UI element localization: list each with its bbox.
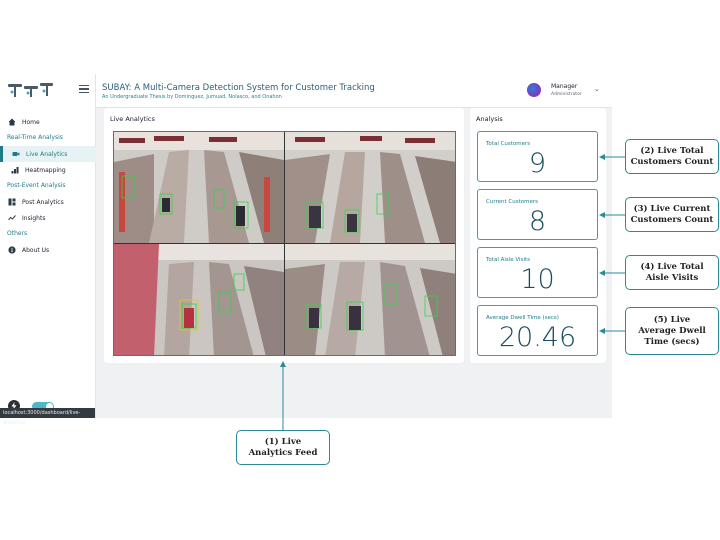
callout-total-customers: (2) Live Total Customers Count [625, 139, 719, 174]
callout-line: (5) Live [653, 314, 691, 325]
callout-line: Analytics Feed [248, 447, 318, 458]
sidebar-item-label: Home [22, 118, 40, 126]
user-role: Administrator [551, 92, 582, 97]
user-name[interactable]: Manager [551, 83, 577, 90]
stat-label: Total Aisle Visits [486, 257, 530, 263]
callout-line: Customers Count [630, 214, 714, 225]
callout-aisle-visits: (4) Live Total Aisle Visits [625, 255, 719, 290]
stat-value: 9 [528, 148, 547, 179]
camera-view-2 [285, 132, 455, 243]
stat-card-average-dwell-time: Average Dwell Time (secs) 20.46 [477, 305, 598, 356]
avatar[interactable] [527, 83, 541, 97]
sidebar-item-home[interactable]: Home [0, 114, 96, 130]
figure: Home Real-Time Analysis Live Analytics H… [0, 0, 720, 540]
callout-dwell-time: (5) Live Average Dwell Time (secs) [625, 307, 719, 355]
camera-icon [12, 150, 20, 158]
callout-line: (2) Live Total [640, 145, 704, 156]
stat-card-total-customers: Total Customers 9 [477, 131, 598, 182]
callout-line: (4) Live Total [640, 261, 704, 272]
live-feed[interactable] [113, 131, 456, 356]
sidebar-item-label: Insights [22, 214, 46, 222]
callout-line: (1) Live [264, 436, 302, 447]
callout-current-customers: (3) Live Current Customers Count [625, 197, 719, 232]
nav-section-heading: Others [7, 230, 28, 237]
camera-view-1 [114, 132, 284, 243]
dashboard-icon [8, 198, 16, 206]
analysis-panel: Analysis Total Customers 9 Current Custo… [470, 108, 606, 363]
callout-line: Average Dwell [638, 325, 706, 336]
sidebar-item-heatmapping[interactable]: Heatmapping [0, 162, 96, 178]
home-icon [8, 118, 16, 126]
panel-title: Analysis [476, 115, 503, 123]
status-url: localhost:3000/dashboard/live-analytics [0, 408, 95, 426]
camera-view-4 [285, 244, 455, 355]
stat-label: Total Customers [486, 141, 531, 147]
sidebar-item-post-analytics[interactable]: Post Analytics [0, 194, 96, 210]
stat-card-current-customers: Current Customers 8 [477, 189, 598, 240]
stat-value: 8 [528, 206, 547, 237]
nav-section-heading: Post-Event Analysis [7, 182, 66, 189]
sidebar-item-live-analytics[interactable]: Live Analytics [0, 146, 96, 162]
sidebar-item-about-us[interactable]: About Us [0, 242, 96, 258]
info-icon [8, 246, 16, 254]
trend-icon [8, 214, 16, 222]
sidebar-nav: Home Real-Time Analysis Live Analytics H… [0, 114, 96, 258]
heatmap-icon [11, 166, 19, 174]
sidebar-item-label: Live Analytics [26, 150, 68, 158]
stat-value: 20.46 [498, 322, 577, 353]
app-header: SUBAY: A Multi-Camera Detection System f… [96, 74, 612, 108]
sidebar-item-label: About Us [22, 246, 50, 254]
logo-icon [8, 83, 53, 97]
app-window: Home Real-Time Analysis Live Analytics H… [0, 74, 612, 426]
page-title: SUBAY: A Multi-Camera Detection System f… [102, 83, 375, 93]
sidebar-item-label: Post Analytics [22, 198, 64, 206]
panel-title: Live Analytics [110, 115, 155, 123]
stat-label: Average Dwell Time (secs) [486, 315, 559, 321]
menu-toggle-icon[interactable] [79, 85, 89, 94]
callout-line: Customers Count [630, 156, 714, 167]
chevron-down-icon[interactable]: ⌄ [594, 85, 600, 93]
callout-line: Time (secs) [644, 336, 700, 347]
camera-view-3 [114, 244, 284, 355]
nav-section-heading: Real-Time Analysis [7, 134, 63, 141]
sidebar-item-label: Heatmapping [25, 166, 66, 174]
stat-value: 10 [520, 264, 555, 295]
stat-card-total-aisle-visits: Total Aisle Visits 10 [477, 247, 598, 298]
callout-line: Aisle Visits [645, 272, 699, 283]
callout-line: (3) Live Current [633, 203, 711, 214]
sidebar: Home Real-Time Analysis Live Analytics H… [0, 74, 96, 426]
page-subtitle: An Undergraduate Thesis by Dominguez, Ju… [102, 94, 282, 100]
callout-live-analytics-feed: (1) Live Analytics Feed [236, 430, 330, 465]
stat-label: Current Customers [486, 199, 538, 205]
live-analytics-panel: Live Analytics [104, 108, 464, 363]
sidebar-item-insights[interactable]: Insights [0, 210, 96, 226]
